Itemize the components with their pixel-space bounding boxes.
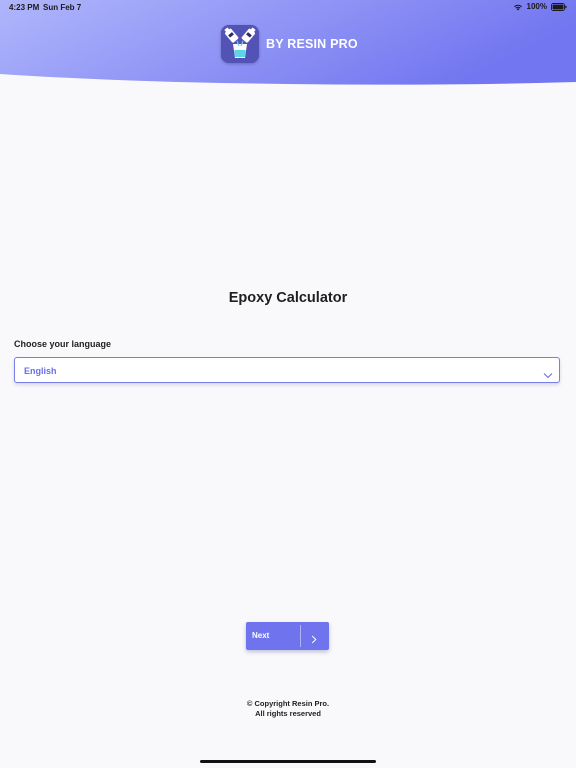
next-button[interactable]: Next xyxy=(246,622,329,650)
status-date: Sun Feb 7 xyxy=(43,3,82,12)
battery-percent: 100% xyxy=(526,2,547,11)
status-indicators: 100% xyxy=(513,2,567,11)
brand-logo: BY RESIN PRO xyxy=(221,25,358,63)
chevron-down-icon xyxy=(543,366,553,384)
status-time: 4:23 PM xyxy=(9,3,40,12)
resin-logo-icon xyxy=(221,25,259,63)
footer-copyright: © Copyright Resin Pro. All rights reserv… xyxy=(0,699,576,719)
status-bar: 4:23 PM Sun Feb 7 100% xyxy=(0,0,576,16)
home-indicator[interactable] xyxy=(200,760,376,763)
wifi-icon xyxy=(513,3,523,11)
header-banner: 4:23 PM Sun Feb 7 100% BY RESIN PRO xyxy=(0,0,576,92)
brand-name: BY RESIN PRO xyxy=(266,37,358,51)
copyright-line: © Copyright Resin Pro. xyxy=(246,699,330,708)
language-label: Choose your language xyxy=(14,339,112,349)
next-divider xyxy=(300,625,301,647)
language-select[interactable]: English xyxy=(14,357,560,383)
battery-icon xyxy=(551,2,567,11)
language-selected-value: English xyxy=(24,366,57,376)
page-title: Epoxy Calculator xyxy=(228,290,348,306)
chevron-right-icon xyxy=(311,631,317,649)
rights-line: All rights reserved xyxy=(255,709,321,718)
next-label: Next xyxy=(252,631,270,640)
